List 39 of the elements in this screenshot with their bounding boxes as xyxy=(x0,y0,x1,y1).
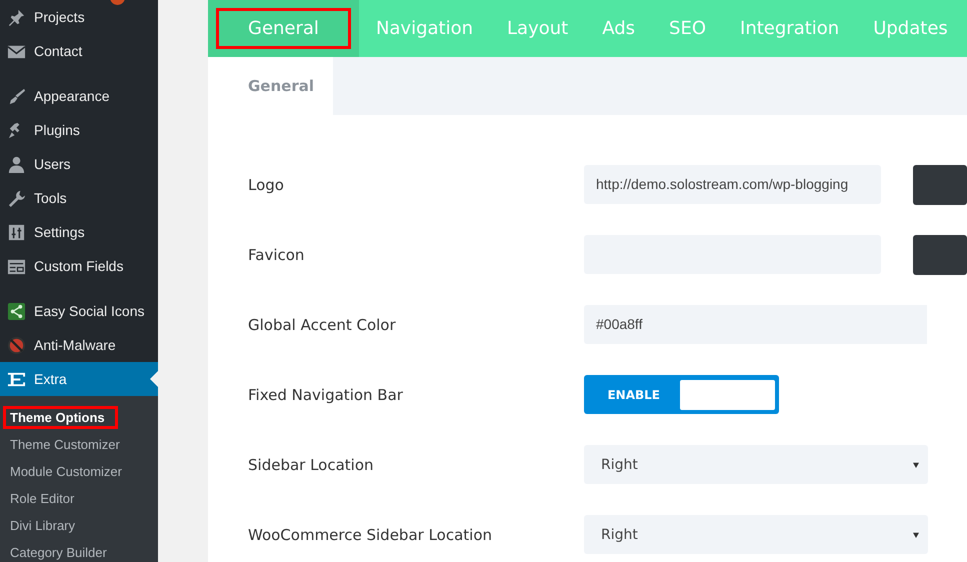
text-field[interactable]: http://demo.solostream.com/wp-blogging xyxy=(584,165,881,204)
submenu-item[interactable]: Category Builder xyxy=(4,539,113,562)
sidebar-item[interactable]: Anti-Malware xyxy=(0,328,158,362)
submenu-item[interactable]: Theme Customizer xyxy=(4,431,126,458)
sidebar-item[interactable]: Easy Social Icons xyxy=(0,294,158,328)
sidebar-item[interactable]: Custom Fields xyxy=(0,249,158,283)
caret-icon xyxy=(913,532,919,538)
pin-icon xyxy=(7,8,26,26)
setting-label: WooCommerce Sidebar Location xyxy=(248,526,494,544)
sidebar-item[interactable]: Appearance xyxy=(0,79,158,113)
sidebar-item[interactable]: Plugins xyxy=(0,113,158,147)
pointer-arrow-icon xyxy=(150,371,158,387)
sidebar-item[interactable]: Settings xyxy=(0,215,158,249)
wrench-icon xyxy=(7,188,26,208)
setting-label: Global Accent Color xyxy=(248,316,397,334)
sidebar-item[interactable]: Contact xyxy=(0,34,158,68)
sliders-icon xyxy=(7,222,26,242)
caret-icon xyxy=(913,462,919,468)
sidebar-item[interactable]: Extra xyxy=(0,362,158,396)
upload-button[interactable] xyxy=(913,164,967,204)
sidebar-item[interactable]: Projects xyxy=(0,0,158,34)
brush-icon xyxy=(7,86,26,106)
submenu-item[interactable]: Module Customizer xyxy=(4,458,128,485)
submenu-item[interactable]: Role Editor xyxy=(4,485,80,512)
person-icon xyxy=(7,154,26,174)
sidebar-item[interactable]: Users xyxy=(0,147,158,181)
setting-label: Fixed Navigation Bar xyxy=(248,386,404,404)
setting-label: Sidebar Location xyxy=(248,456,375,474)
setting-label: Favicon xyxy=(248,246,306,264)
select-dropdown[interactable]: Right xyxy=(584,515,928,554)
setting-label: Logo xyxy=(248,176,285,194)
toggle-switch[interactable]: ENABLE xyxy=(584,375,779,414)
sidebar-item[interactable]: Tools xyxy=(0,181,158,215)
submenu-item[interactable]: Theme Options xyxy=(3,406,118,429)
submenu-item[interactable]: Divi Library xyxy=(4,512,82,539)
share-icon xyxy=(7,302,26,320)
text-field[interactable]: #00a8ff xyxy=(584,305,927,344)
select-dropdown[interactable]: Right xyxy=(584,445,928,484)
upload-button[interactable] xyxy=(913,234,967,274)
